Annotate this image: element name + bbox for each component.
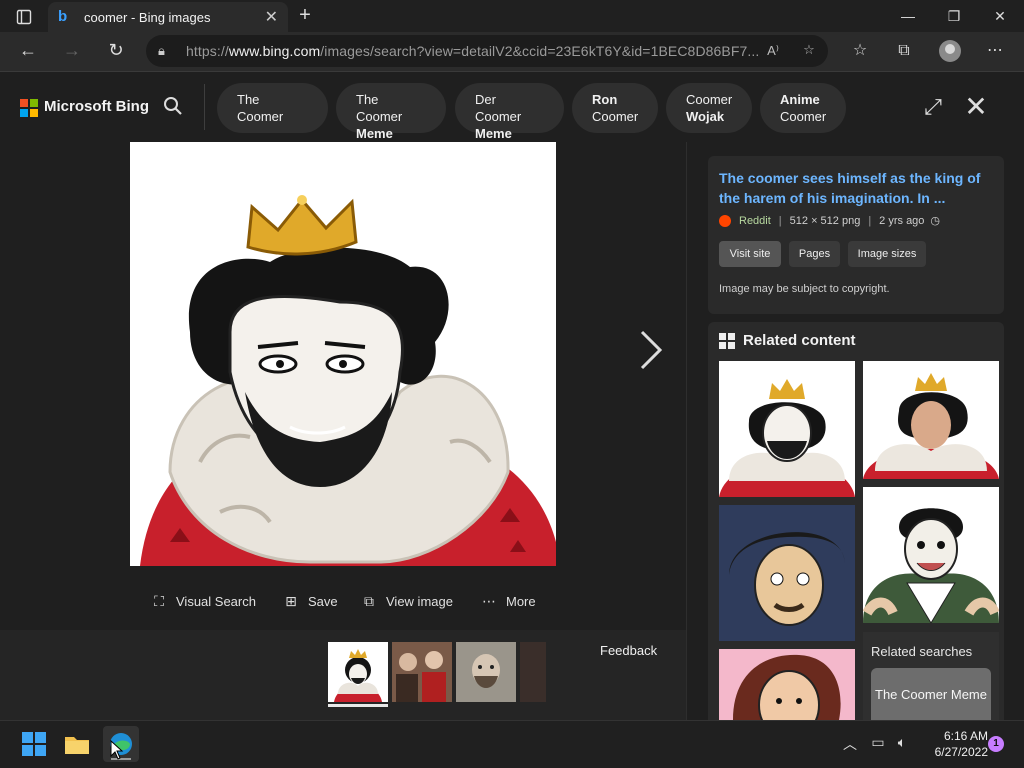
- close-window-icon[interactable]: ✕: [980, 4, 1020, 28]
- history-icon: ◷: [930, 215, 941, 227]
- thumbnail-selected[interactable]: [328, 642, 388, 702]
- related-heading-text: Related content: [743, 332, 856, 349]
- view-image-label: View image: [386, 593, 453, 609]
- chip-label-bold: Anime: [780, 92, 820, 107]
- related-image[interactable]: [719, 649, 855, 720]
- save-icon: ⊞: [285, 592, 297, 609]
- more-dots-icon: ⋯: [482, 592, 496, 609]
- grid-icon: [719, 332, 735, 349]
- start-icon[interactable]: [16, 726, 52, 762]
- related-chip[interactable]: Anime Coomer: [760, 83, 846, 133]
- tab-actions-icon[interactable]: [10, 6, 38, 28]
- thumbnail-partial[interactable]: [520, 642, 546, 702]
- visual-search-label: Visual Search: [176, 593, 256, 609]
- related-image[interactable]: [863, 487, 999, 623]
- speaker-icon[interactable]: 🔈︎: [892, 734, 912, 754]
- close-icon[interactable]: ✕: [960, 92, 992, 124]
- clock-time: 6:16 AM: [943, 729, 988, 743]
- chip-label-bold: Meme: [475, 126, 512, 141]
- more-icon[interactable]: ⋯: [980, 37, 1010, 65]
- more-label: More: [506, 593, 536, 609]
- chip-label: Coomer: [592, 109, 639, 124]
- read-aloud-icon[interactable]: A⁾: [762, 43, 784, 61]
- view-image-icon: ⧉: [364, 592, 374, 609]
- feedback-link[interactable]: Feedback: [600, 643, 657, 658]
- related-image[interactable]: [863, 361, 999, 479]
- minimize-icon[interactable]: —: [888, 4, 928, 28]
- back-icon[interactable]: ←: [13, 36, 43, 64]
- header-divider: [204, 84, 205, 130]
- favorites-icon[interactable]: ☆: [845, 37, 875, 65]
- separator: |: [778, 214, 782, 227]
- clock-date: 6/27/2022: [934, 745, 988, 759]
- image-age: 2 yrs ago: [879, 214, 925, 227]
- microsoft-logo-icon[interactable]: [20, 99, 38, 117]
- search-icon[interactable]: [160, 96, 186, 120]
- chip-label: Coomer: [686, 92, 733, 107]
- image-sizes-button[interactable]: Image sizes: [848, 241, 926, 267]
- related-image[interactable]: [719, 505, 855, 641]
- visual-search-icon: ⛶: [154, 592, 164, 609]
- image-title-link[interactable]: The coomer sees himself as the king of t…: [719, 168, 995, 208]
- view-image-button[interactable]: ⧉ View image: [360, 590, 453, 612]
- mouse-cursor-icon: [110, 739, 124, 765]
- brand-name[interactable]: Microsoft Bing: [44, 98, 149, 115]
- forward-icon[interactable]: →: [57, 36, 87, 64]
- reddit-icon: [719, 214, 731, 227]
- chip-label-bold: Meme: [356, 126, 393, 141]
- tab-title: coomer - Bing images: [84, 9, 211, 25]
- file-explorer-icon[interactable]: [59, 726, 95, 762]
- related-chip[interactable]: The Coomer Meme: [336, 83, 446, 141]
- refresh-icon[interactable]: ↻: [101, 36, 131, 64]
- expand-icon[interactable]: ⤢: [918, 94, 948, 122]
- chip-label: The Coomer: [356, 92, 403, 124]
- chip-label: Der Coomer: [475, 92, 522, 124]
- save-button[interactable]: ⊞ Save: [282, 590, 338, 612]
- new-tab-icon[interactable]: +: [294, 4, 316, 28]
- related-image[interactable]: [719, 361, 855, 497]
- source-link[interactable]: Reddit: [739, 215, 771, 227]
- related-content-heading: Related content: [719, 332, 856, 349]
- display-icon[interactable]: ▭: [868, 734, 888, 754]
- collections-icon[interactable]: ⧉: [889, 37, 919, 65]
- visit-site-button[interactable]: Visit site: [719, 241, 781, 267]
- thumbnail[interactable]: [456, 642, 516, 702]
- copyright-notice: Image may be subject to copyright.: [719, 283, 890, 295]
- chip-label-bold: Wojak: [686, 109, 725, 124]
- related-chip[interactable]: The Coomer: [217, 83, 328, 133]
- related-chip[interactable]: Der Coomer Meme: [455, 83, 564, 141]
- chip-label-bold: Ron: [592, 92, 618, 107]
- visual-search-button[interactable]: ⛶ Visual Search: [150, 590, 256, 612]
- profile-icon[interactable]: [939, 40, 961, 62]
- save-label: Save: [308, 593, 338, 609]
- next-image-icon[interactable]: [636, 330, 666, 376]
- chip-label: Coomer: [780, 109, 827, 124]
- pages-button[interactable]: Pages: [789, 241, 840, 267]
- browser-tab[interactable]: b coomer - Bing images ✕: [48, 2, 288, 32]
- related-search-tile[interactable]: The Coomer Meme: [871, 668, 991, 720]
- bing-favicon: b: [58, 8, 68, 25]
- main-image[interactable]: [130, 142, 556, 566]
- selected-indicator: [328, 704, 388, 707]
- related-chip[interactable]: Ron Coomer: [572, 83, 658, 133]
- lock-icon[interactable]: 🔒︎: [158, 43, 174, 59]
- url-text[interactable]: https://www.bing.com/images/search?view=…: [186, 43, 816, 59]
- separator: |: [868, 214, 872, 227]
- notification-badge[interactable]: 1: [988, 736, 1004, 752]
- more-button[interactable]: ⋯ More: [480, 590, 536, 612]
- image-dimensions: 512 × 512 png: [789, 214, 861, 227]
- clock[interactable]: 6:16 AM 6/27/2022: [912, 728, 988, 760]
- chip-label: The Coomer: [237, 92, 284, 124]
- restore-icon[interactable]: ❐: [934, 4, 974, 28]
- chevron-up-icon[interactable]: ︿: [840, 734, 860, 754]
- address-bar[interactable]: 🔒︎ https://www.bing.com/images/search?vi…: [146, 35, 828, 67]
- image-meta: Reddit | 512 × 512 png | 2 yrs ago ◷: [719, 214, 940, 227]
- close-tab-icon[interactable]: ✕: [265, 7, 278, 27]
- add-favorite-icon[interactable]: ☆: [798, 42, 820, 60]
- thumbnail[interactable]: [392, 642, 452, 702]
- related-chip[interactable]: Coomer Wojak: [666, 83, 752, 133]
- related-searches-label: Related searches: [871, 644, 973, 659]
